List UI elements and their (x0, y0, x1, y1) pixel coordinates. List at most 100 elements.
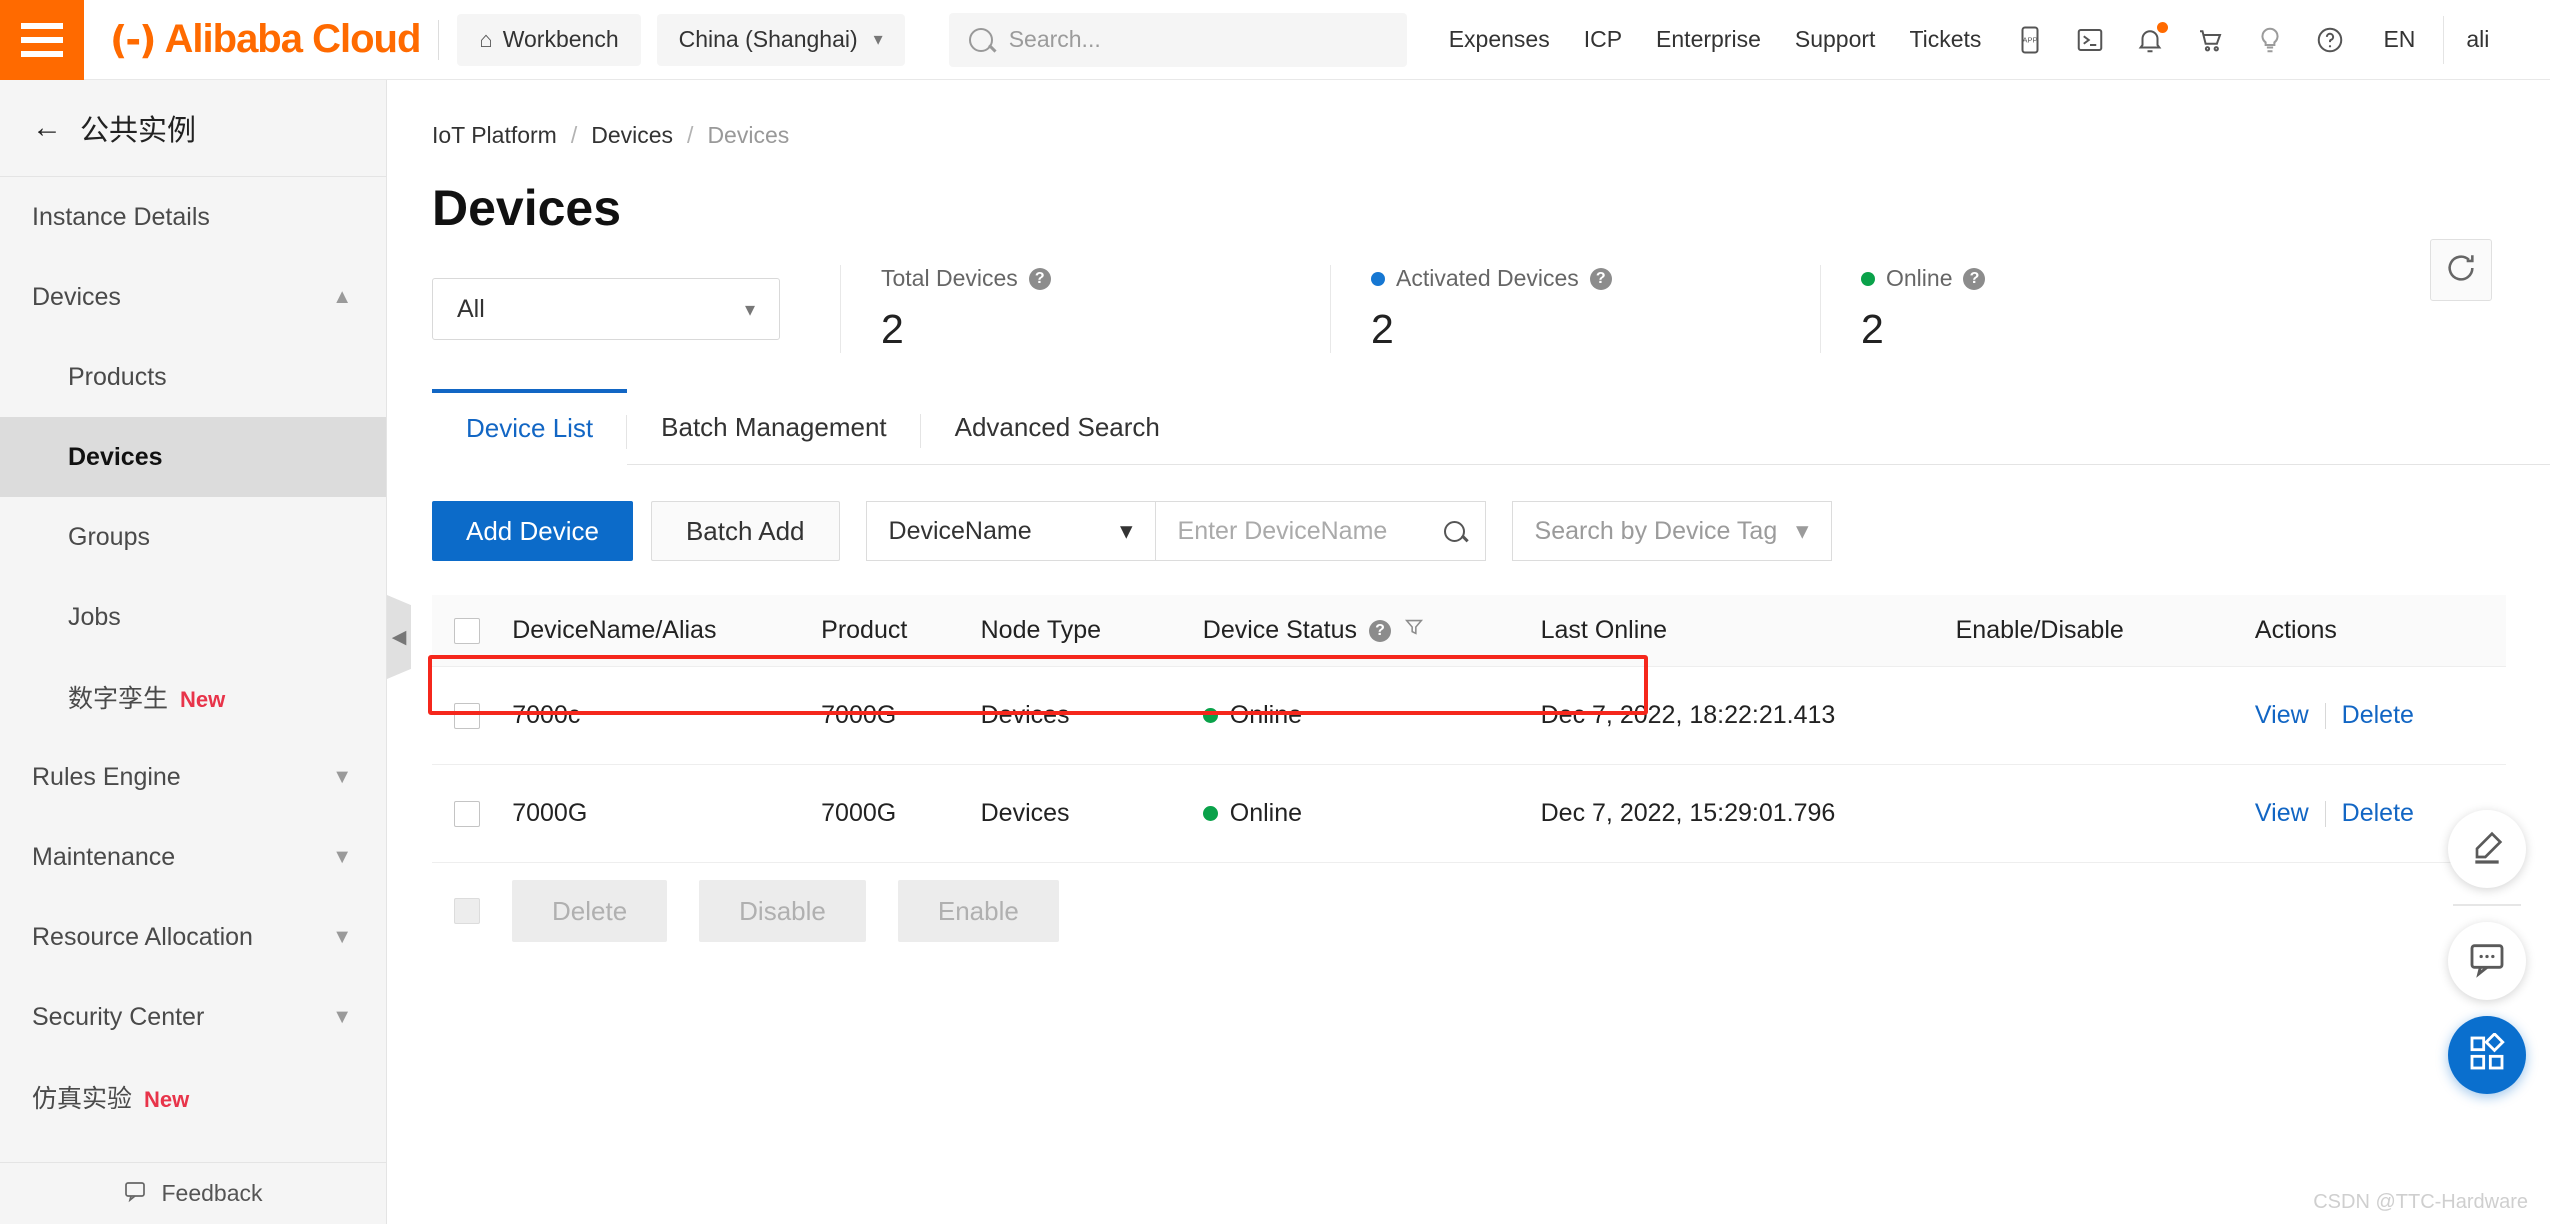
view-link[interactable]: View (2255, 701, 2309, 730)
batch-delete-button[interactable]: Delete (512, 880, 668, 942)
sidebar-item-label: Jobs (68, 602, 121, 631)
sidebar-item-simulation-lab[interactable]: 仿真实验 New (0, 1057, 386, 1137)
cart-icon[interactable] (2195, 25, 2225, 55)
help-icon[interactable]: ? (1963, 267, 1986, 290)
sidebar-item-resource-allocation[interactable]: Resource Allocation ▼ (0, 897, 386, 977)
sidebar-item-rules-engine[interactable]: Rules Engine ▼ (0, 737, 386, 817)
tab-device-list[interactable]: Device List (432, 389, 628, 465)
sidebar-collapse-handle[interactable]: ◀ (387, 595, 411, 679)
brand-logo[interactable]: (-) Alibaba Cloud (110, 17, 421, 62)
device-tag-select[interactable]: Search by Device Tag ▾ (1511, 501, 1832, 561)
help-icon[interactable]: ? (1589, 267, 1612, 290)
nav-expenses[interactable]: Expenses (1449, 26, 1550, 53)
cell-device-status: Online (1202, 701, 1541, 730)
column-header-last-online[interactable]: Last Online (1541, 616, 1956, 645)
search-icon[interactable] (1443, 520, 1465, 542)
stat-value: 2 (881, 306, 904, 352)
row-checkbox[interactable] (454, 702, 480, 729)
lightbulb-icon[interactable] (2255, 25, 2285, 55)
devices-table: DeviceName/Alias Product Node Type Devic… (428, 595, 2506, 959)
workbench-button[interactable]: ⌂ Workbench (457, 13, 641, 66)
batch-add-button[interactable]: Batch Add (650, 501, 840, 561)
nav-icp[interactable]: ICP (1584, 26, 1622, 53)
sidebar: ← 公共实例 Instance Details Devices ▲ Produc… (0, 80, 387, 1224)
language-selector[interactable]: EN (2383, 26, 2415, 53)
column-header-node-type[interactable]: Node Type (981, 616, 1203, 645)
row-select-cell (432, 702, 512, 729)
row-checkbox[interactable] (454, 800, 480, 827)
filter-icon[interactable] (1403, 616, 1425, 645)
sidebar-item-wrap: 数字孪生 New (68, 679, 225, 715)
sidebar-item-maintenance[interactable]: Maintenance ▼ (0, 817, 386, 897)
account-divider (2443, 15, 2445, 64)
apps-grid-button[interactable] (2448, 1016, 2526, 1094)
cell-device-status: Online (1202, 799, 1541, 828)
region-selector[interactable]: China (Shanghai) ▾ (656, 13, 905, 66)
sidebar-item-groups[interactable]: Groups (0, 497, 386, 577)
tab-advanced-search[interactable]: Advanced Search (921, 389, 1194, 464)
column-header-enable-disable[interactable]: Enable/Disable (1956, 616, 2255, 645)
batch-select-all-checkbox[interactable] (454, 898, 480, 924)
tab-label: Device List (466, 413, 594, 443)
refresh-button[interactable] (2430, 239, 2492, 301)
apps-grid-icon (2467, 1031, 2507, 1078)
sidebar-item-jobs[interactable]: Jobs (0, 577, 386, 657)
batch-disable-label: Disable (739, 895, 826, 926)
hamburger-icon[interactable] (0, 0, 84, 80)
breadcrumb-item-iot-platform[interactable]: IoT Platform (432, 122, 557, 149)
help-circle-icon[interactable] (2315, 25, 2345, 55)
chat-feedback-button[interactable] (2448, 922, 2526, 1000)
breadcrumb-item-devices[interactable]: Devices (591, 122, 673, 149)
app-icon[interactable]: APP (2015, 25, 2045, 55)
sidebar-instance-title: 公共实例 (80, 115, 197, 147)
feedback-icon (123, 1179, 147, 1209)
instance-filter-select[interactable]: All ▾ (432, 278, 780, 340)
search-input[interactable]: Enter DeviceName (1155, 501, 1486, 561)
sidebar-item-label: Rules Engine (32, 762, 181, 791)
account-name[interactable]: ali (2466, 26, 2489, 53)
tab-label: Advanced Search (954, 412, 1160, 442)
console-terminal-icon[interactable] (2075, 25, 2105, 55)
region-label: China (Shanghai) (678, 26, 858, 52)
view-link[interactable]: View (2255, 799, 2309, 828)
float-divider (2453, 904, 2521, 906)
stat-total-devices: Total Devices ? 2 (840, 265, 1270, 353)
nav-support[interactable]: Support (1795, 26, 1876, 53)
bell-icon[interactable] (2135, 21, 2169, 55)
help-icon[interactable]: ? (1028, 267, 1051, 290)
select-all-checkbox[interactable] (454, 617, 480, 644)
add-device-button[interactable]: Add Device (432, 501, 633, 561)
search-field-select[interactable]: DeviceName ▾ (865, 501, 1156, 561)
feedback-button[interactable]: Feedback (0, 1162, 386, 1224)
table-row[interactable]: 7000c 7000G Devices Online Dec 7, 2022, … (432, 667, 2506, 765)
help-icon[interactable]: ? (1369, 619, 1392, 642)
sidebar-item-security-center[interactable]: Security Center ▼ (0, 977, 386, 1057)
sidebar-item-devices-group[interactable]: Devices ▲ (0, 257, 386, 337)
column-header-product[interactable]: Product (821, 616, 980, 645)
cell-node-type: Devices (980, 799, 1070, 827)
status-label: Online (1229, 701, 1303, 729)
nav-enterprise[interactable]: Enterprise (1656, 26, 1761, 53)
global-search-input[interactable]: Search... (948, 12, 1407, 67)
column-header-devicename[interactable]: DeviceName/Alias (512, 616, 821, 645)
sidebar-item-instance-details[interactable]: Instance Details (0, 177, 386, 257)
chevron-down-icon: ▾ (744, 298, 755, 321)
delete-link[interactable]: Delete (2342, 701, 2414, 730)
sidebar-item-products[interactable]: Products (0, 337, 386, 417)
sidebar-back-header[interactable]: ← 公共实例 (0, 80, 386, 177)
batch-action-bar: Delete Disable Enable (432, 863, 2506, 959)
stat-label: Online (1886, 265, 1953, 291)
sidebar-item-digital-twin[interactable]: 数字孪生 New (0, 657, 386, 737)
table-row[interactable]: 7000G 7000G Devices Online Dec 7, 2022, … (432, 765, 2506, 863)
batch-disable-button[interactable]: Disable (699, 880, 866, 942)
nav-tickets[interactable]: Tickets (1909, 26, 1981, 53)
edit-feedback-button[interactable] (2448, 810, 2526, 888)
tab-batch-management[interactable]: Batch Management (627, 389, 921, 464)
column-header-device-status[interactable]: Device Status ? (1203, 616, 1541, 645)
sidebar-item-devices[interactable]: Devices (0, 417, 386, 497)
batch-enable-button[interactable]: Enable (897, 880, 1059, 942)
chevron-down-icon: ▼ (332, 925, 352, 948)
delete-link[interactable]: Delete (2342, 799, 2414, 828)
top-nav: Expenses ICP Enterprise Support Tickets (1449, 26, 1982, 53)
status-dot-icon (1202, 806, 1218, 821)
